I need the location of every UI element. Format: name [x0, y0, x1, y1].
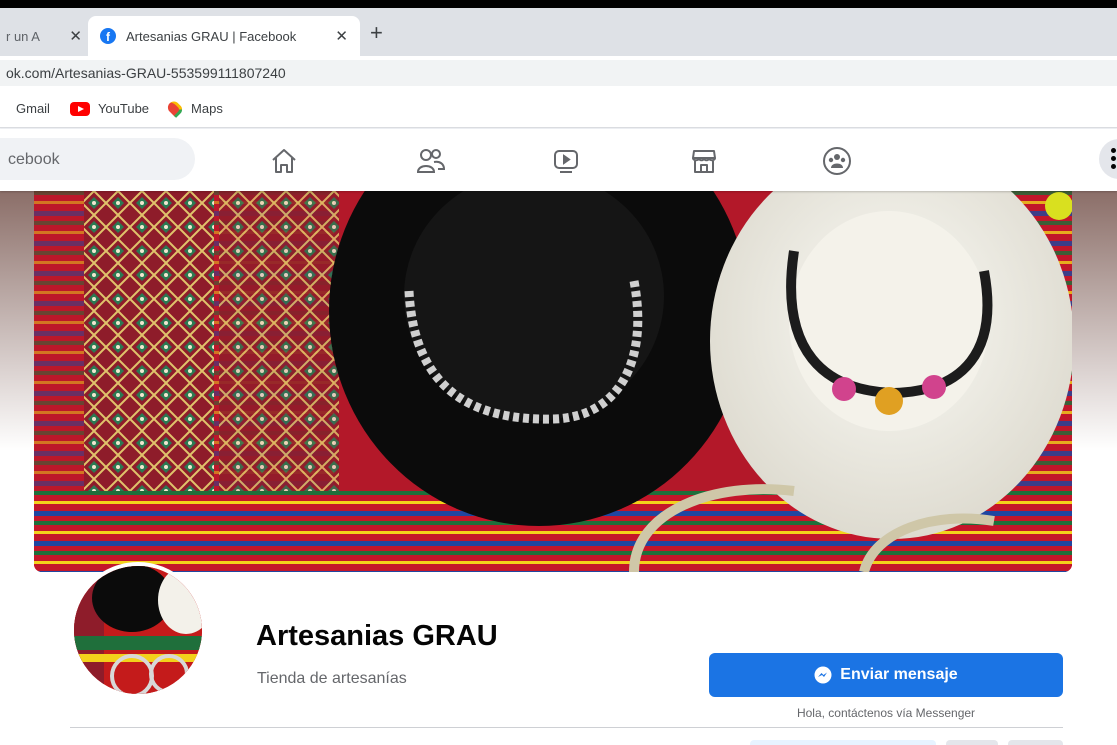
message-caption: Hola, contáctenos vía Messenger [796, 706, 976, 720]
close-icon[interactable]: ✕ [335, 27, 348, 45]
bookmark-maps[interactable]: Maps [165, 98, 223, 119]
tab-strip: r un A ✕ f Artesanias GRAU | Facebook ✕ … [0, 8, 1117, 56]
home-icon [272, 149, 296, 173]
new-tab-button[interactable]: + [370, 22, 383, 44]
action-button-partial[interactable] [946, 740, 998, 745]
close-icon[interactable]: ✕ [69, 27, 82, 45]
nav-groups-tab[interactable] [817, 141, 857, 181]
tab-title: Artesanias GRAU | Facebook [126, 28, 297, 44]
bookmark-label: Maps [191, 101, 223, 116]
action-button-partial[interactable] [1008, 740, 1063, 745]
tab-previous[interactable]: r un A ✕ [0, 16, 88, 56]
page-category: Tienda de artesanías [257, 670, 407, 687]
nav-home-tab[interactable] [264, 141, 304, 181]
divider [70, 727, 1063, 728]
tab-title: r un A [6, 28, 40, 44]
maps-icon [165, 98, 185, 119]
search-placeholder: cebook [8, 151, 60, 168]
watch-icon [554, 150, 578, 173]
cover-photo-image [34, 191, 1072, 572]
page-title: Artesanias GRAU [256, 620, 498, 652]
avatar[interactable] [70, 562, 206, 698]
send-message-label: Enviar mensaje [840, 666, 958, 683]
tab-active[interactable]: f Artesanias GRAU | Facebook ✕ [88, 16, 360, 56]
messenger-icon [814, 666, 832, 684]
page-content: Artesanias GRAU Tienda de artesanías Env… [0, 191, 1117, 745]
bookmarks-bar: Gmail YouTube Maps [0, 90, 1117, 128]
nav-marketplace-tab[interactable] [684, 141, 724, 181]
dot [1111, 156, 1116, 161]
youtube-icon [69, 101, 90, 116]
menu-dots-icon[interactable] [1099, 139, 1117, 179]
facebook-header: cebook [0, 129, 1117, 191]
dot [1111, 148, 1116, 153]
marketplace-icon [692, 150, 716, 173]
nav-watch-tab[interactable] [546, 141, 586, 181]
bookmark-label: YouTube [97, 101, 150, 116]
send-message-button[interactable]: Enviar mensaje [709, 653, 1063, 697]
nav-friends-tab[interactable] [411, 141, 451, 181]
bookmark-gmail[interactable]: Gmail [16, 101, 50, 116]
url-text[interactable]: ok.com/Artesanias-GRAU-553599111807240 [6, 65, 286, 81]
bookmark-youtube[interactable]: YouTube [69, 101, 150, 116]
address-bar: ok.com/Artesanias-GRAU-553599111807240 [0, 56, 1117, 90]
action-button-partial[interactable] [750, 740, 936, 745]
browser-window: r un A ✕ f Artesanias GRAU | Facebook ✕ … [0, 8, 1117, 745]
search-input[interactable]: cebook [0, 138, 195, 180]
facebook-favicon-icon: f [100, 28, 116, 44]
bookmark-label: Gmail [16, 101, 50, 116]
friends-icon [416, 149, 446, 173]
dot [1111, 164, 1116, 169]
groups-icon [823, 147, 851, 175]
avatar-image [74, 566, 202, 694]
cover-photo[interactable] [34, 191, 1072, 572]
